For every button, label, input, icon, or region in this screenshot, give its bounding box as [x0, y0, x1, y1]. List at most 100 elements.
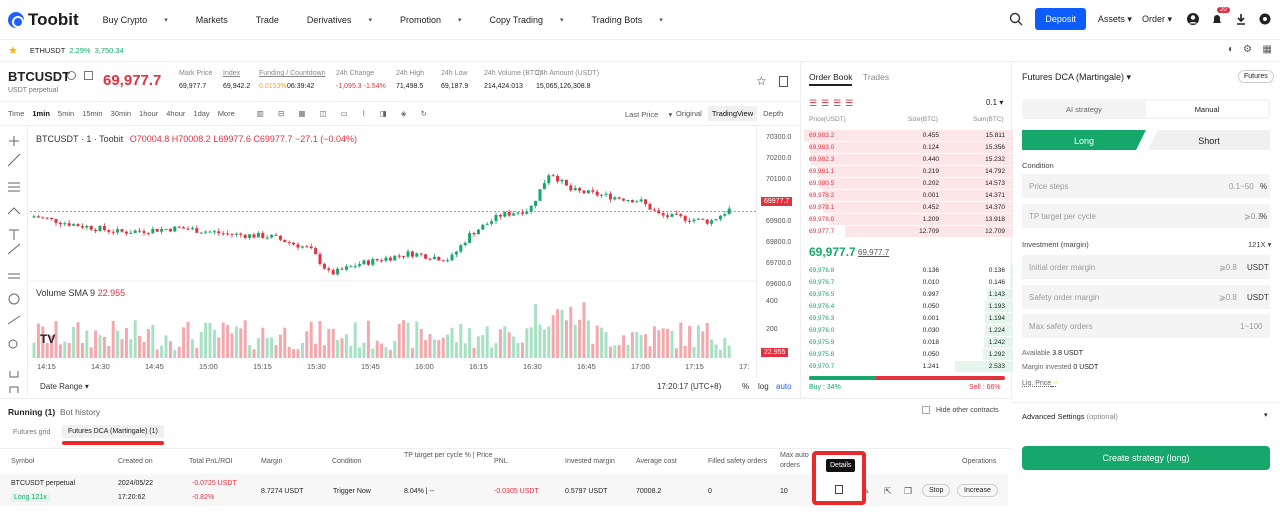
settings-icon[interactable]: ⚙ — [1243, 44, 1252, 55]
bid-row[interactable]: 69,970.7 1.241 2.533 — [801, 361, 1013, 372]
download-icon[interactable] — [1234, 12, 1248, 26]
nav-item[interactable]: Promotion ▾ — [400, 15, 476, 25]
bell-icon[interactable]: 20 — [1210, 7, 1230, 26]
volume-bar — [635, 331, 639, 358]
share-icon[interactable]: ⇱ — [884, 486, 892, 497]
details-highlight: Details — [812, 451, 866, 505]
candle-body — [608, 193, 612, 200]
nav-item[interactable]: Markets — [196, 15, 242, 25]
details-icon[interactable] — [835, 485, 843, 494]
interval-5[interactable]: 1hour — [139, 109, 158, 118]
subtab-futures-dca[interactable]: Futures DCA (Martingale) (1) — [62, 425, 164, 438]
advanced-settings[interactable]: Advanced Settings (optional) — [1022, 412, 1118, 421]
tab-trades[interactable]: Trades — [863, 72, 889, 82]
view-1[interactable]: TradingView — [707, 106, 758, 121]
bid-row[interactable]: 69,976.5 0.997 1.143 — [801, 289, 1013, 300]
nav-item[interactable]: Copy Trading ▾ — [490, 15, 578, 25]
bid-row[interactable]: 69,976.8 0.136 0.136 — [801, 265, 1013, 276]
nav-item[interactable]: Buy Crypto ▾ — [103, 15, 182, 25]
short-button[interactable]: Short — [1148, 130, 1270, 150]
tab-manual[interactable]: Manual — [1146, 101, 1268, 117]
copy-icon[interactable]: ❐ — [904, 486, 912, 497]
ask-row[interactable]: 69,983.2 0.455 15.811 — [801, 130, 1013, 141]
candle-body — [648, 203, 652, 210]
strategy-title[interactable]: Futures DCA (Martingale) ▾ — [1022, 72, 1131, 83]
bid-row[interactable]: 69,975.8 0.050 1.292 — [801, 349, 1013, 360]
interval-7[interactable]: 1day — [193, 109, 209, 118]
stat-value: 214,424.013 — [484, 83, 523, 90]
chevron-down-icon[interactable]: ▾ — [1264, 411, 1268, 419]
increase-button[interactable]: Increase — [957, 484, 998, 497]
interval-2[interactable]: 5min — [58, 109, 74, 118]
interval-1[interactable]: 1min — [32, 109, 50, 118]
nav-item[interactable]: Trading Bots ▾ — [592, 15, 677, 25]
ticker-symbol[interactable]: BTCUSDT — [8, 69, 70, 84]
bid-row[interactable]: 69,976.4 0.050 1.193 — [801, 301, 1013, 312]
auto-toggle[interactable]: auto — [776, 382, 792, 391]
view-0[interactable]: Original — [672, 106, 706, 121]
percent-toggle[interactable]: % — [742, 382, 749, 391]
ask-row[interactable]: 69,981.1 0.219 14.792 — [801, 166, 1013, 177]
deposit-button[interactable]: Deposit — [1035, 8, 1086, 30]
theme-icon[interactable]: ◐ — [1228, 44, 1234, 55]
volume-bar — [397, 323, 401, 358]
create-strategy-button[interactable]: Create strategy (long) — [1022, 446, 1270, 470]
volume-bar — [283, 327, 287, 358]
step-select[interactable]: 0.1 ▾ — [986, 98, 1003, 107]
date-range-button[interactable]: Date Range ▾ — [40, 382, 89, 391]
safety-margin-input[interactable]: Safety order margin ⩾0.8 USDT — [1022, 285, 1270, 309]
bid-row[interactable]: 69,976.0 0.030 1.224 — [801, 325, 1013, 336]
user-icon[interactable] — [1186, 12, 1200, 26]
favorite-icon[interactable]: ☆ — [756, 74, 767, 88]
toobit-logo[interactable]: Toobit — [8, 10, 79, 30]
interval-6[interactable]: 4hour — [166, 109, 185, 118]
hide-contracts-checkbox[interactable] — [922, 406, 930, 414]
initial-margin-input[interactable]: Initial order margin ⩾0.8 USDT — [1022, 255, 1270, 279]
long-button[interactable]: Long — [1022, 130, 1146, 150]
last-price-select[interactable]: Last Price ▾ — [625, 110, 672, 119]
order-menu[interactable]: Order ▾ — [1142, 14, 1172, 25]
search-icon[interactable] — [1009, 12, 1023, 26]
interval-3[interactable]: 15min — [82, 109, 102, 118]
bid-row[interactable]: 69,975.9 0.018 1.242 — [801, 337, 1013, 348]
ask-row[interactable]: 69,980.5 0.202 14.573 — [801, 178, 1013, 189]
book-icon[interactable] — [779, 76, 788, 87]
log-toggle[interactable]: log — [758, 382, 769, 391]
volume-bar — [177, 346, 181, 358]
assets-menu[interactable]: Assets ▾ — [1098, 14, 1132, 25]
drawing-tool-icons[interactable] — [0, 126, 28, 396]
nav-item[interactable]: Derivatives ▾ — [307, 15, 386, 25]
bid-row[interactable]: 69,976.3 0.001 1.194 — [801, 313, 1013, 324]
subtab-futures-grid[interactable]: Futures grid — [8, 427, 55, 438]
price-chart[interactable]: BTCUSDT · 1 · Toobit O70004.8 H70008.2 L… — [30, 126, 756, 378]
stop-button[interactable]: Stop — [922, 484, 951, 497]
star-icon[interactable]: ★ — [8, 44, 18, 57]
layout-icon[interactable]: ▦ — [1263, 44, 1272, 55]
tab-running[interactable]: Running (1) — [8, 407, 55, 417]
tab-order-book[interactable]: Order Book — [809, 72, 853, 86]
view-2[interactable]: Depth — [759, 106, 787, 121]
nav-item[interactable]: Trade — [256, 15, 293, 25]
tp-target-input[interactable]: TP target per cycle ⩾0.1% — [1022, 204, 1270, 228]
tab-ai-strategy[interactable]: AI strategy — [1066, 105, 1102, 114]
tab-bot-history[interactable]: Bot history — [60, 407, 100, 417]
ask-row[interactable]: 69,978.2 0.001 14.371 — [801, 190, 1013, 201]
bid-row[interactable]: 69,976.7 0.010 0.146 — [801, 277, 1013, 288]
book-view-icons[interactable]: ☰☰☰☰ — [809, 98, 857, 109]
fav-symbol[interactable]: ETHUSDT — [30, 46, 65, 55]
calculator-icon[interactable] — [84, 71, 93, 80]
ask-row[interactable]: 69,978.1 0.452 14.370 — [801, 202, 1013, 213]
globe-icon[interactable] — [1258, 12, 1272, 26]
chart-type-icons[interactable]: ▥ ⊟ ▦ ◫ ▭ ⌇ ◨ ◈ ↻ — [257, 109, 433, 118]
ask-row[interactable]: 69,978.0 1.209 13.918 — [801, 214, 1013, 225]
info-icon[interactable] — [67, 71, 76, 80]
ask-row[interactable]: 69,982.3 0.440 15.232 — [801, 154, 1013, 165]
interval-4[interactable]: 30min — [111, 109, 131, 118]
ask-row[interactable]: 69,983.0 0.124 15.356 — [801, 142, 1013, 153]
candle-body — [261, 232, 265, 239]
leverage-select[interactable]: 121X ▾ — [1248, 240, 1271, 249]
max-safety-input[interactable]: Max safety orders 1~100 — [1022, 314, 1270, 338]
interval-8[interactable]: More — [218, 109, 235, 118]
ask-row[interactable]: 69,977.7 12.709 12.709 — [801, 226, 1013, 237]
price-steps-input[interactable]: Price steps 0.1~50% — [1022, 174, 1270, 198]
